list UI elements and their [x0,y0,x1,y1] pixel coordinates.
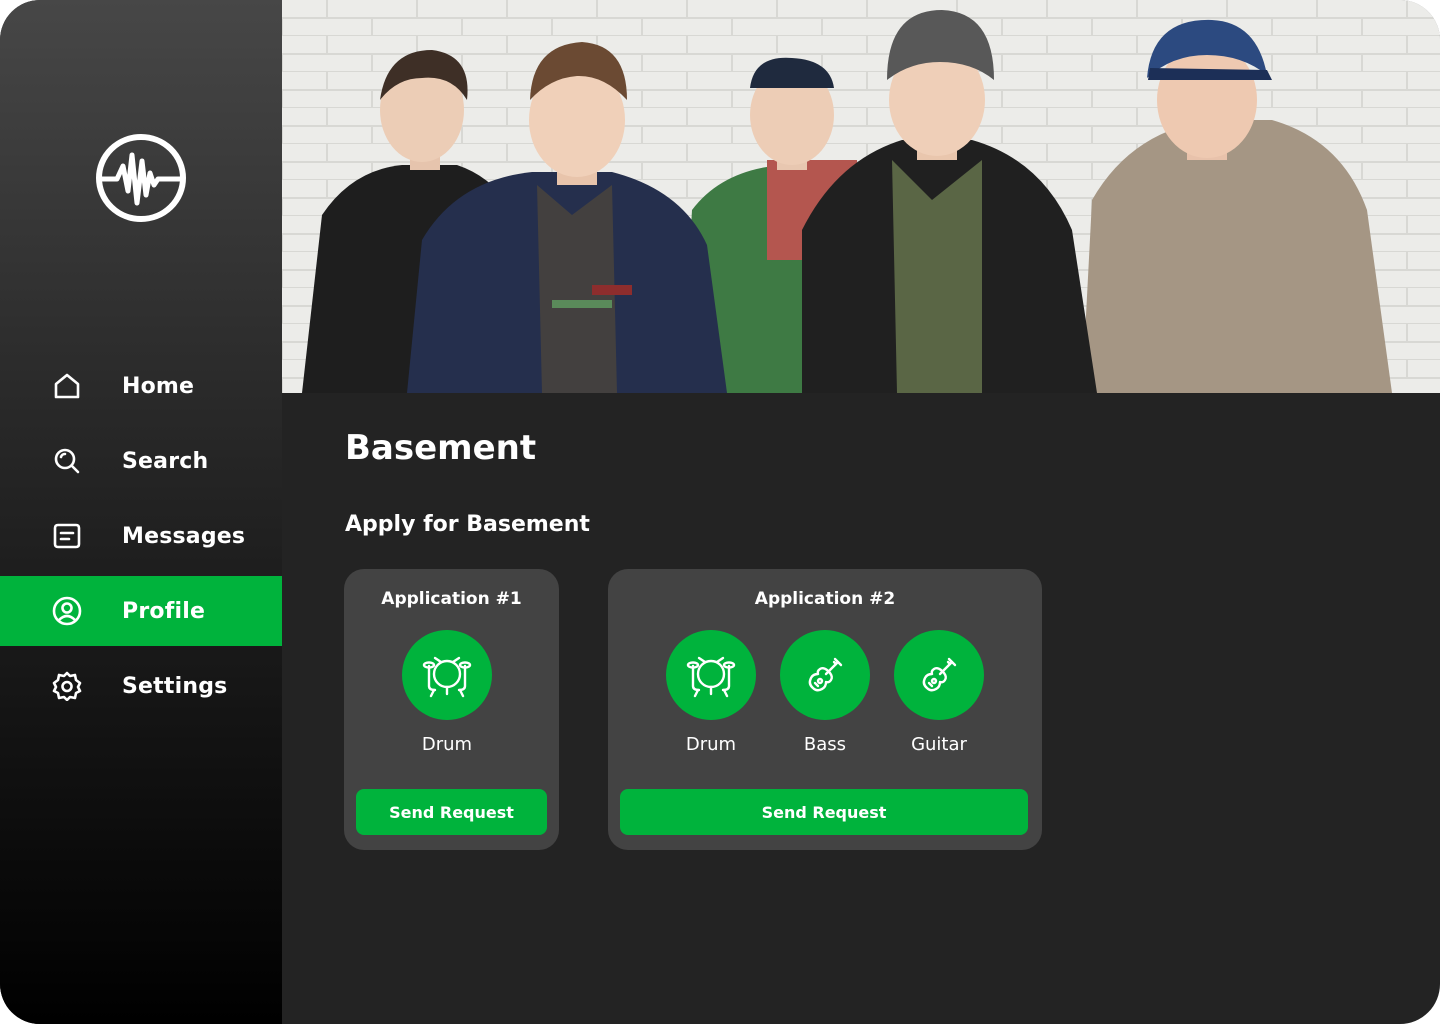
instrument-label: Drum [685,734,737,755]
guitar-icon [922,657,957,692]
send-request-button[interactable]: Send Request [620,789,1028,835]
nav-label-profile: Profile [122,598,206,624]
instrument-label: Guitar [911,734,967,755]
instrument-slot-bass[interactable]: Bass [780,630,870,755]
application-card-1: Application #1 Drum Send Request [344,569,559,850]
nav-item-search[interactable]: Search [0,426,282,496]
app-window: Home Search Messages Profile Settings Ba… [0,0,1440,1024]
home-icon [52,371,82,401]
instrument-badge[interactable] [894,630,984,720]
nav-label-search: Search [122,448,209,474]
nav-label-settings: Settings [122,673,228,699]
nav-item-settings[interactable]: Settings [0,651,282,721]
nav-item-home[interactable]: Home [0,351,282,421]
instrument-slot-drum[interactable]: Drum [666,630,756,755]
search-icon [52,446,82,476]
nav-label-home: Home [122,373,195,399]
nav-item-messages[interactable]: Messages [0,501,282,571]
page-title: Basement [345,428,537,468]
nav-item-profile[interactable]: Profile [0,576,282,646]
instrument-badge[interactable] [666,630,756,720]
application-card-2: Application #2 Drum Bass Guitar Send Req… [608,569,1042,850]
send-request-button[interactable]: Send Request [356,789,547,835]
instrument-label: Drum [421,734,473,755]
application-title: Application #2 [754,589,896,609]
guitar-icon [808,657,843,692]
instrument-badge[interactable] [780,630,870,720]
nav-label-messages: Messages [122,523,246,549]
band-photo [282,0,1440,393]
instrument-slot-drum[interactable]: Drum [402,630,492,755]
messages-icon [52,521,82,551]
application-title: Application #1 [381,589,522,609]
instrument-slot-guitar[interactable]: Guitar [894,630,984,755]
instrument-badge[interactable] [402,630,492,720]
main-nav: Home Search Messages Profile Settings [0,351,282,726]
apply-heading: Apply for Basement [345,512,590,537]
settings-icon [52,671,82,701]
profile-icon [52,596,82,626]
sidebar: Home Search Messages Profile Settings [0,0,282,1024]
instrument-label: Bass [803,734,847,755]
app-logo-icon[interactable] [95,133,187,223]
drum-icon [686,656,736,698]
drum-icon [422,656,472,698]
